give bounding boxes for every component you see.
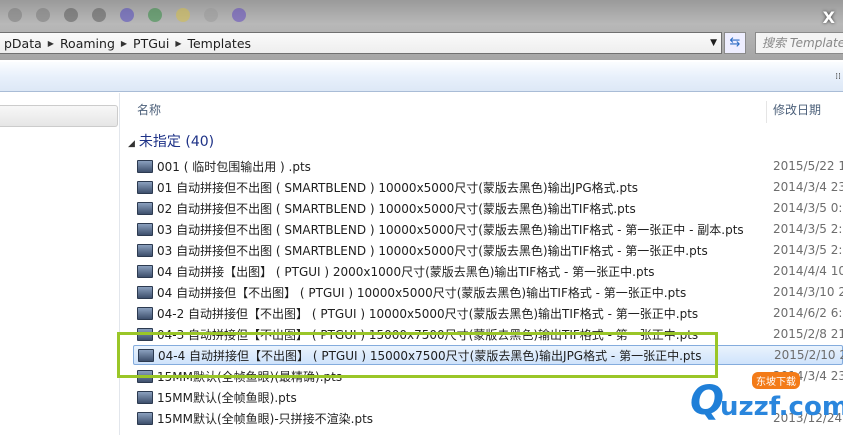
file-row[interactable]: 04-4 自动拼接但【不出图】 ( PTGUI ) 15000x7500尺寸(蒙…	[133, 345, 843, 365]
breadcrumb-appdata[interactable]: pData	[0, 36, 46, 51]
breadcrumb-roaming[interactable]: Roaming	[56, 36, 119, 51]
pts-file-icon	[137, 306, 153, 320]
pts-file-icon	[137, 285, 153, 299]
group-label: 未指定 (40)	[138, 134, 215, 150]
column-name[interactable]: 名称	[137, 101, 161, 118]
watermark-logo: Quzzf.com 东坡下载	[690, 370, 843, 430]
file-date: 2014/3/5 0:5	[773, 201, 843, 215]
group-header[interactable]: ◢ 未指定 (40)	[128, 131, 214, 151]
file-name: 001 ( 临时包围输出用 ) .pts	[157, 159, 311, 174]
navigation-pane	[0, 93, 120, 435]
file-name: 04-2 自动拼接但【不出图】 ( PTGUI ) 10000x5000尺寸(蒙…	[157, 306, 699, 321]
file-name: 15MM默认(全帧鱼眼)-只拼接不渲染.pts	[157, 411, 374, 426]
file-name: 03 自动拼接但不出图 ( SMARTBLEND ) 10000x5000尺寸(…	[157, 243, 708, 258]
chevron-right-icon[interactable]: ▶	[173, 39, 183, 48]
pts-file-icon	[137, 264, 153, 278]
file-date: 2014/4/4 10	[773, 264, 843, 278]
pts-file-icon	[137, 159, 153, 173]
file-name: 04-3 自动拼接但【不出图】 ( PTGUI ) 15000x7500尺寸(蒙…	[157, 327, 699, 342]
file-date: 2014/3/4 23	[773, 180, 843, 194]
file-name: 15MM默认(全帧鱼眼).pts	[157, 390, 297, 405]
file-date: 2014/3/10 2	[773, 285, 843, 299]
file-name: 15MM默认(全帧鱼眼)(最精确).pts	[157, 369, 343, 384]
file-name: 04 自动拼接但【不出图】 ( PTGUI ) 10000x5000尺寸(蒙版去…	[157, 285, 687, 300]
file-row[interactable]: 04-3 自动拼接但【不出图】 ( PTGUI ) 15000x7500尺寸(蒙…	[133, 324, 843, 344]
breadcrumb-templates[interactable]: Templates	[183, 36, 255, 51]
pts-file-icon	[137, 243, 153, 257]
file-row[interactable]: 04-2 自动拼接但【不出图】 ( PTGUI ) 10000x5000尺寸(蒙…	[133, 303, 843, 323]
history-dropdown-icon[interactable]: ▼	[710, 38, 717, 48]
column-header: 名称 修改日期	[121, 93, 843, 123]
file-row[interactable]: 03 自动拼接但不出图 ( SMARTBLEND ) 10000x5000尺寸(…	[133, 219, 843, 239]
pts-file-icon	[137, 222, 153, 236]
file-name: 02 自动拼接但不出图 ( SMARTBLEND ) 10000x5000尺寸(…	[157, 201, 636, 216]
pts-file-icon	[138, 348, 154, 362]
file-row[interactable]: 03 自动拼接但不出图 ( SMARTBLEND ) 10000x5000尺寸(…	[133, 240, 843, 260]
search-input[interactable]: 搜索 Templates	[755, 32, 843, 54]
file-date: 2015/2/10 2	[774, 348, 843, 362]
file-row[interactable]: 04 自动拼接但【不出图】 ( PTGUI ) 10000x5000尺寸(蒙版去…	[133, 282, 843, 302]
file-row[interactable]: 02 自动拼接但不出图 ( SMARTBLEND ) 10000x5000尺寸(…	[133, 198, 843, 218]
blurred-toolbar-icons	[0, 8, 246, 32]
pts-file-icon	[137, 411, 153, 425]
file-name: 04-4 自动拼接但【不出图】 ( PTGUI ) 15000x7500尺寸(蒙…	[158, 348, 702, 363]
breadcrumb-ptgui[interactable]: PTGui	[129, 36, 173, 51]
file-date: 2015/2/8 21	[773, 327, 843, 341]
command-bar: ⁞⁞	[0, 62, 843, 92]
collapse-icon[interactable]: ◢	[128, 139, 135, 149]
pts-file-icon	[137, 201, 153, 215]
close-button[interactable]: X	[823, 8, 835, 27]
file-row[interactable]: 001 ( 临时包围输出用 ) .pts 2015/5/22 1	[133, 156, 843, 176]
file-name: 04 自动拼接【出图】 ( PTGUI ) 2000x1000尺寸(蒙版去黑色)…	[157, 264, 655, 279]
pts-file-icon	[137, 180, 153, 194]
file-date: 2014/3/5 2:2	[773, 243, 843, 257]
address-bar[interactable]: pData ▶ Roaming ▶ PTGui ▶ Templates ▼	[0, 32, 722, 54]
file-row[interactable]: 01 自动拼接但不出图 ( SMARTBLEND ) 10000x5000尺寸(…	[133, 177, 843, 197]
pts-file-icon	[137, 390, 153, 404]
file-date: 2014/6/2 6:0	[773, 306, 843, 320]
file-date: 2014/3/5 2:2	[773, 222, 843, 236]
layout-grip-icon[interactable]: ⁞⁞	[835, 72, 841, 82]
chevron-right-icon[interactable]: ▶	[119, 39, 129, 48]
column-date-modified[interactable]: 修改日期	[766, 101, 821, 123]
pts-file-icon	[137, 327, 153, 341]
file-name: 03 自动拼接但不出图 ( SMARTBLEND ) 10000x5000尺寸(…	[157, 222, 744, 237]
chevron-right-icon[interactable]: ▶	[46, 39, 56, 48]
file-row[interactable]: 04 自动拼接【出图】 ( PTGUI ) 2000x1000尺寸(蒙版去黑色)…	[133, 261, 843, 281]
file-date: 2015/5/22 1	[773, 159, 843, 173]
refresh-button[interactable]: ⇆	[724, 32, 746, 54]
file-name: 01 自动拼接但不出图 ( SMARTBLEND ) 10000x5000尺寸(…	[157, 180, 639, 195]
nav-selected-item[interactable]	[0, 105, 118, 127]
pts-file-icon	[137, 369, 153, 383]
